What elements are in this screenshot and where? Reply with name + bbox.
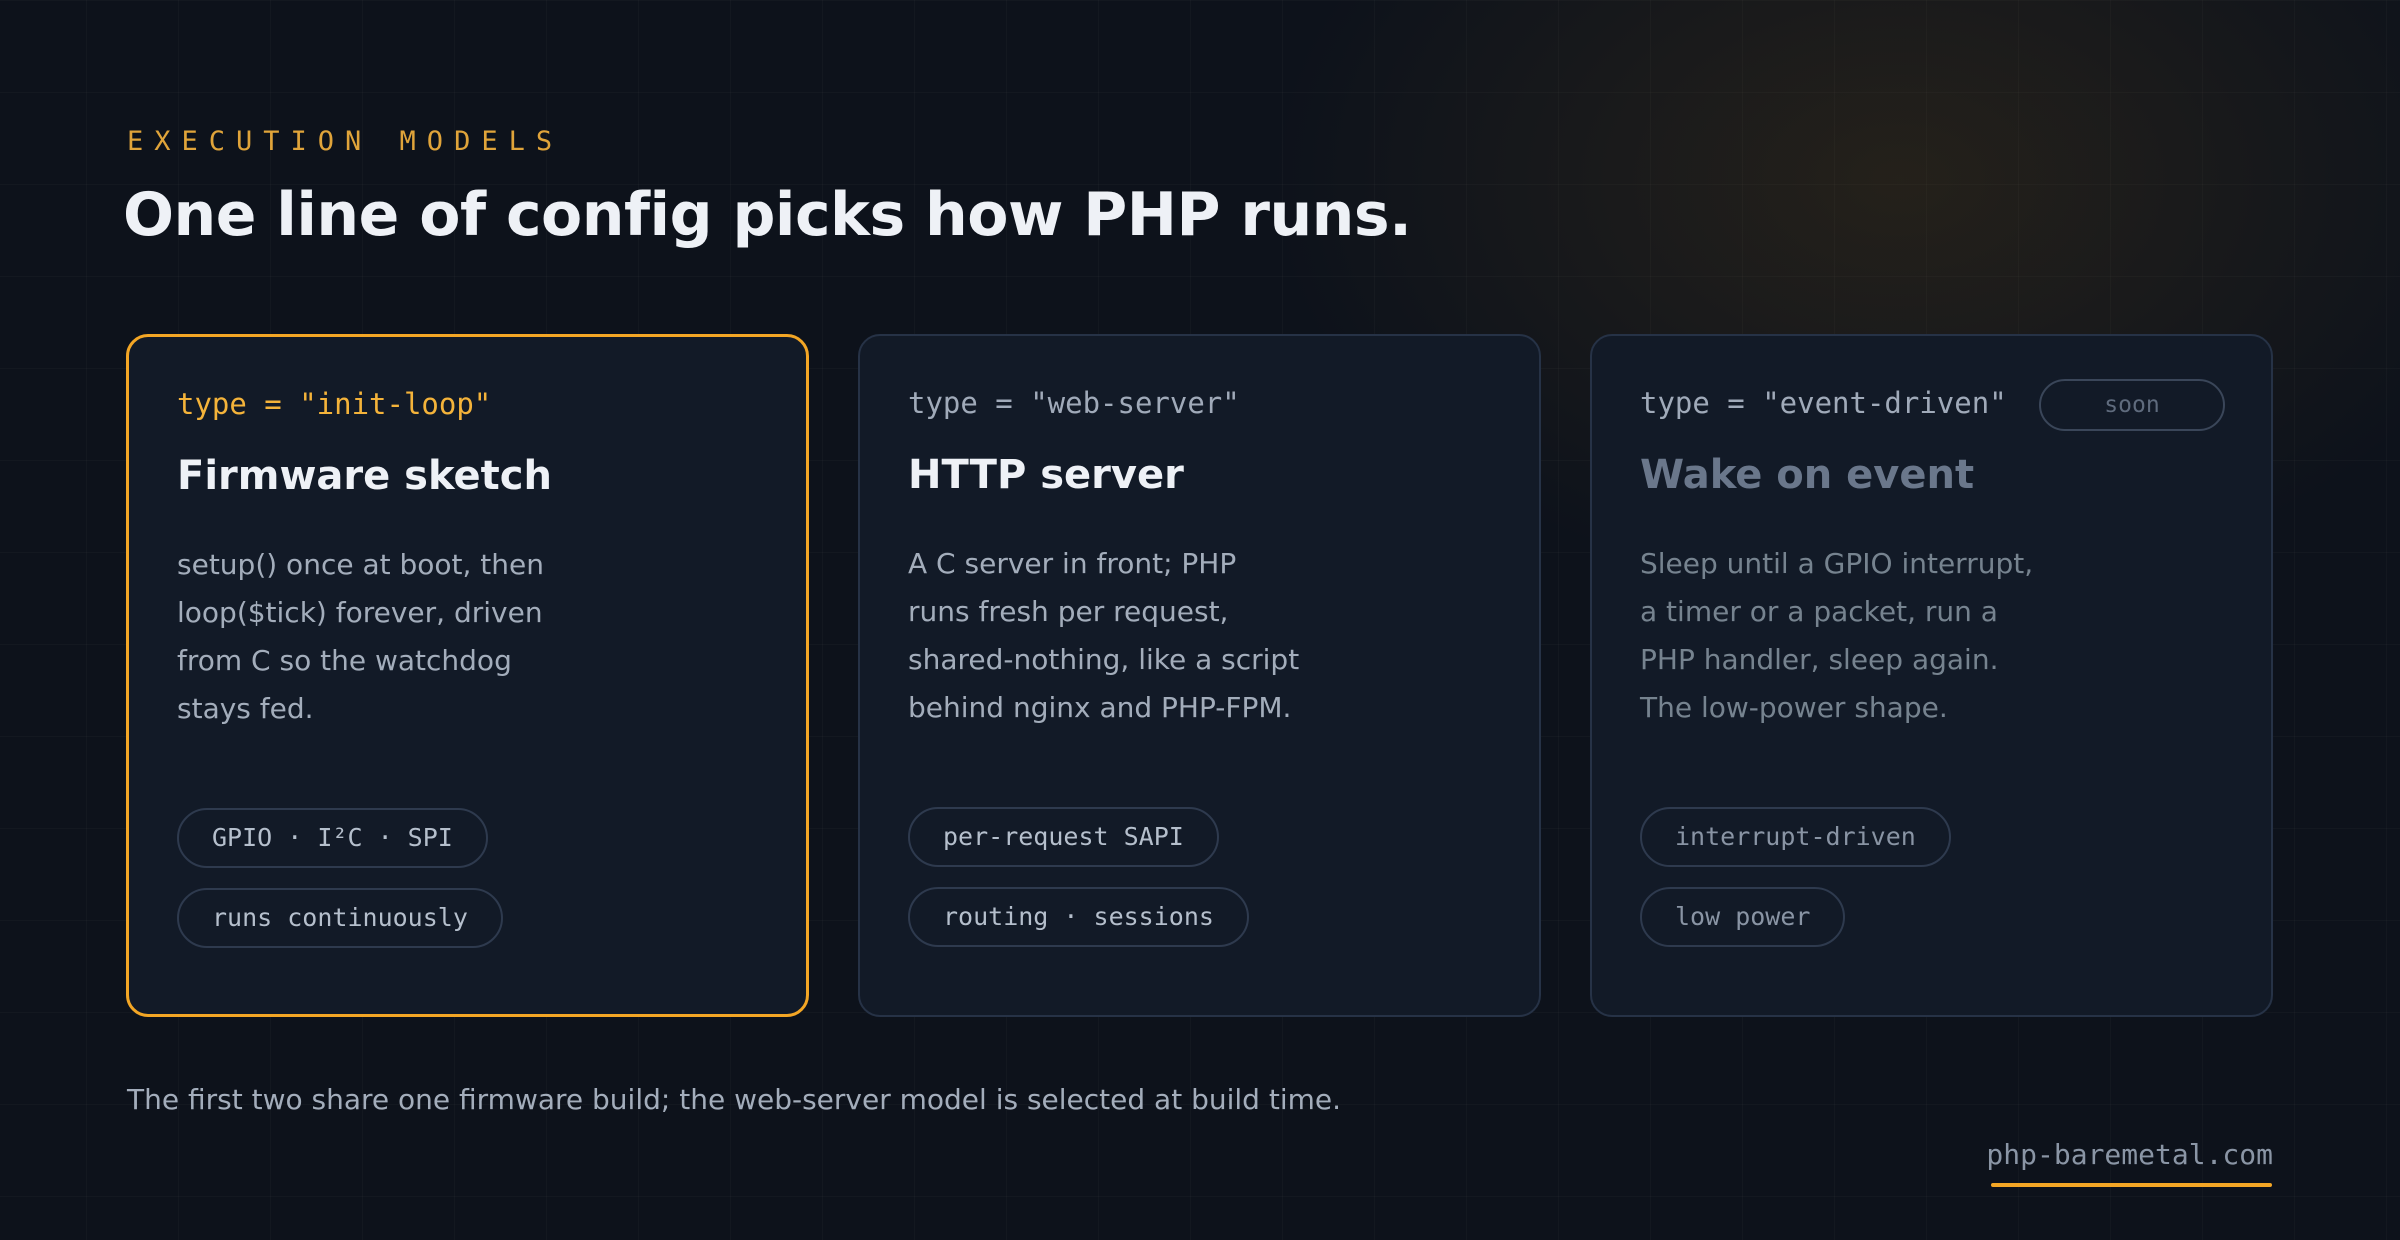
site-underline <box>1991 1183 2272 1187</box>
page-title: One line of config picks how PHP runs. <box>123 180 1412 250</box>
card-type-label: type = "init-loop" <box>177 387 492 421</box>
card-tags: interrupt-driven low power <box>1640 807 1951 967</box>
tag-pill: runs continuously <box>177 888 503 948</box>
card-title: HTTP server <box>908 452 1184 498</box>
section-eyebrow: EXECUTION MODELS <box>127 126 564 157</box>
card-description: Sleep until a GPIO interrupt, a timer or… <box>1640 547 2034 724</box>
soon-badge: soon <box>2039 379 2225 431</box>
card-type-label: type = "web-server" <box>908 386 1240 420</box>
card-description: A C server in front; PHP runs fresh per … <box>908 547 1300 724</box>
card-type-label: type = "event-driven" <box>1640 386 2007 420</box>
card-tags: GPIO · I²C · SPI runs continuously <box>177 808 503 968</box>
footnote: The first two share one firmware build; … <box>127 1083 1342 1116</box>
tag-pill: GPIO · I²C · SPI <box>177 808 488 868</box>
card-web-server[interactable]: type = "web-server" HTTP server A C serv… <box>858 334 1541 1017</box>
tag-pill: low power <box>1640 887 1846 947</box>
card-description: setup() once at boot, then loop($tick) f… <box>177 548 545 725</box>
card-tags: per-request SAPI routing · sessions <box>908 807 1249 967</box>
card-init-loop[interactable]: type = "init-loop" Firmware sketch setup… <box>126 334 809 1017</box>
card-title: Wake on event <box>1640 452 1975 498</box>
card-title: Firmware sketch <box>177 453 552 499</box>
site-link[interactable]: php-baremetal.com <box>1986 1138 2273 1171</box>
tag-pill: interrupt-driven <box>1640 807 1951 867</box>
tag-pill: routing · sessions <box>908 887 1249 947</box>
tag-pill: per-request SAPI <box>908 807 1219 867</box>
card-event-driven[interactable]: type = "event-driven" soon Wake on event… <box>1590 334 2273 1017</box>
